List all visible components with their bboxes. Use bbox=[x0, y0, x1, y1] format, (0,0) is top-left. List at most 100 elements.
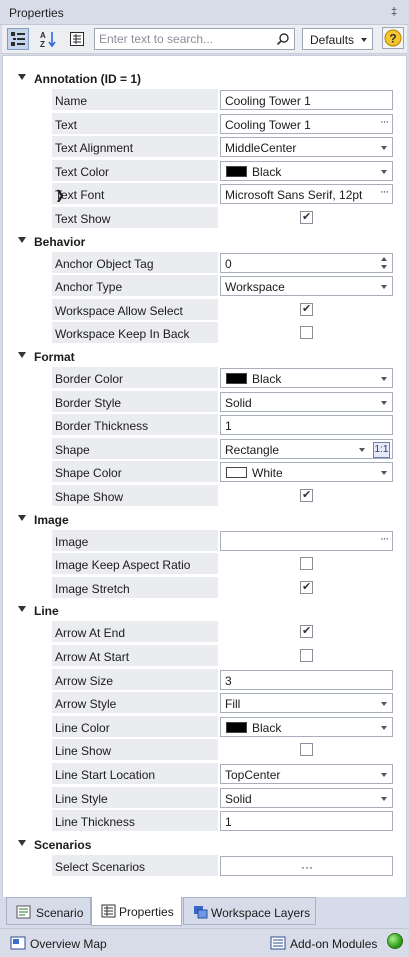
property-value-field[interactable]: 1 bbox=[220, 811, 393, 831]
property-value-cell[interactable]: White bbox=[220, 461, 393, 483]
property-name-cell[interactable]: Text Show bbox=[52, 207, 218, 229]
property-name-cell[interactable]: Image Keep Aspect Ratio bbox=[52, 553, 218, 575]
property-name-cell[interactable]: Text Alignment bbox=[52, 136, 218, 158]
tab-properties[interactable]: Properties bbox=[91, 897, 182, 926]
property-name-cell[interactable]: Line Color bbox=[52, 716, 218, 738]
chevron-down-icon[interactable] bbox=[381, 471, 387, 475]
property-value-cell[interactable]: MiddleCenter bbox=[220, 136, 393, 158]
property-name-cell[interactable]: Workspace Allow Select bbox=[52, 299, 218, 321]
property-name-cell[interactable]: Image bbox=[52, 530, 218, 552]
search-box[interactable] bbox=[94, 28, 295, 50]
property-checkbox[interactable]: ✔ bbox=[300, 211, 313, 224]
property-name-cell[interactable]: Arrow At End bbox=[52, 621, 218, 643]
search-icon[interactable] bbox=[276, 32, 290, 46]
property-value-field[interactable]: Cooling Tower 1 ··· bbox=[220, 114, 393, 134]
property-value-field[interactable]: Solid bbox=[220, 392, 393, 412]
property-name-cell[interactable]: Shape Show bbox=[52, 485, 218, 507]
property-value-field[interactable]: Fill bbox=[220, 693, 393, 713]
property-value-cell[interactable]: TopCenter bbox=[220, 763, 393, 785]
property-name-cell[interactable]: Shape bbox=[52, 438, 218, 460]
property-value-field[interactable]: 1 bbox=[220, 415, 393, 435]
property-name-cell[interactable]: Border Thickness bbox=[52, 414, 218, 436]
chevron-down-icon[interactable] bbox=[381, 726, 387, 730]
property-value-cell[interactable]: 3 bbox=[220, 669, 393, 691]
property-name-cell[interactable]: Line Show bbox=[52, 739, 218, 761]
property-pages-button[interactable] bbox=[66, 28, 88, 50]
property-name-cell[interactable]: Line Style bbox=[52, 787, 218, 809]
category-header[interactable]: Image bbox=[3, 510, 406, 529]
ellipsis-icon[interactable]: ··· bbox=[380, 533, 389, 545]
property-value-cell[interactable] bbox=[220, 645, 393, 667]
property-value-cell[interactable]: ✔ bbox=[220, 577, 393, 599]
property-value-cell[interactable] bbox=[220, 553, 393, 575]
ellipsis-icon[interactable]: ··· bbox=[301, 860, 313, 874]
property-name-cell[interactable]: Anchor Object Tag bbox=[52, 252, 218, 274]
property-value-field[interactable]: Black bbox=[220, 717, 393, 737]
property-value-field[interactable]: Black bbox=[220, 161, 393, 181]
property-value-field[interactable]: Workspace bbox=[220, 276, 393, 296]
property-name-cell[interactable]: Anchor Type bbox=[52, 275, 218, 297]
property-value-field[interactable]: 0 bbox=[220, 253, 393, 273]
property-value-cell[interactable]: Black bbox=[220, 160, 393, 182]
property-name-cell[interactable]: ❯ Text Font bbox=[52, 183, 218, 205]
property-name-cell[interactable]: Workspace Keep In Back bbox=[52, 322, 218, 344]
property-value-cell[interactable]: ✔ bbox=[220, 621, 393, 643]
property-value-field[interactable]: MiddleCenter bbox=[220, 137, 393, 157]
addon-modules-button[interactable]: Add-on Modules bbox=[270, 935, 380, 952]
category-header[interactable]: Line bbox=[3, 601, 406, 620]
property-value-cell[interactable]: Solid bbox=[220, 391, 393, 413]
property-value-field[interactable]: TopCenter bbox=[220, 764, 393, 784]
chevron-down-icon[interactable] bbox=[381, 797, 387, 801]
ellipsis-icon[interactable]: ··· bbox=[380, 186, 389, 198]
property-checkbox[interactable] bbox=[300, 743, 313, 756]
property-value-cell[interactable]: Black bbox=[220, 716, 393, 738]
property-value-field[interactable]: Solid bbox=[220, 788, 393, 808]
property-name-cell[interactable]: Arrow Style bbox=[52, 692, 218, 714]
property-value-cell[interactable]: Fill bbox=[220, 692, 393, 714]
category-header[interactable]: Format bbox=[3, 347, 406, 366]
pin-icon[interactable]: ‡ bbox=[388, 5, 400, 19]
property-value-cell[interactable]: ··· bbox=[220, 530, 393, 552]
chevron-down-icon[interactable] bbox=[381, 377, 387, 381]
property-value-cell[interactable]: 1 bbox=[220, 414, 393, 436]
property-value-cell[interactable]: Solid bbox=[220, 787, 393, 809]
property-checkbox[interactable]: ✔ bbox=[300, 625, 313, 638]
property-value-cell[interactable]: ··· bbox=[220, 855, 393, 877]
chevron-down-icon[interactable] bbox=[18, 514, 26, 521]
property-value-field[interactable]: Rectangle 1:1 bbox=[220, 439, 393, 459]
property-value-cell[interactable] bbox=[220, 739, 393, 761]
chevron-down-icon[interactable] bbox=[18, 236, 26, 243]
property-name-cell[interactable]: Text bbox=[52, 113, 218, 135]
property-value-cell[interactable]: ✔ bbox=[220, 207, 393, 229]
property-checkbox[interactable] bbox=[300, 649, 313, 662]
defaults-dropdown[interactable]: Defaults bbox=[302, 28, 373, 50]
tab-workspace-layers[interactable]: Workspace Layers bbox=[183, 897, 316, 925]
property-name-cell[interactable]: Line Start Location bbox=[52, 763, 218, 785]
tab-scenario[interactable]: Scenario bbox=[6, 897, 91, 925]
property-value-field[interactable]: 3 bbox=[220, 670, 393, 690]
property-checkbox[interactable] bbox=[300, 326, 313, 339]
sort-alphabetical-button[interactable]: AZ bbox=[37, 28, 59, 50]
property-checkbox[interactable]: ✔ bbox=[300, 303, 313, 316]
chevron-down-icon[interactable] bbox=[381, 702, 387, 706]
ellipsis-icon[interactable]: ··· bbox=[380, 116, 389, 128]
chevron-down-icon[interactable] bbox=[18, 74, 26, 80]
chevron-down-icon[interactable] bbox=[381, 170, 387, 174]
property-value-field[interactable]: ··· bbox=[220, 531, 393, 551]
property-value-cell[interactable]: ✔ bbox=[220, 299, 393, 321]
property-value-cell[interactable]: Microsoft Sans Serif, 12pt ··· bbox=[220, 183, 393, 205]
property-name-cell[interactable]: Select Scenarios bbox=[52, 855, 218, 877]
property-value-field[interactable]: Microsoft Sans Serif, 12pt ··· bbox=[220, 184, 393, 204]
property-name-cell[interactable]: Line Thickness bbox=[52, 810, 218, 832]
spinner-icon[interactable] bbox=[381, 255, 389, 271]
property-checkbox[interactable]: ✔ bbox=[300, 489, 313, 502]
property-value-cell[interactable] bbox=[220, 322, 393, 344]
property-value-cell[interactable]: 1 bbox=[220, 810, 393, 832]
property-value-field[interactable]: Black bbox=[220, 368, 393, 388]
property-name-cell[interactable]: Shape Color bbox=[52, 461, 218, 483]
property-value-cell[interactable]: Cooling Tower 1 ··· bbox=[220, 113, 393, 135]
search-input[interactable] bbox=[99, 31, 269, 47]
category-header[interactable]: Annotation (ID = 1) bbox=[3, 69, 406, 88]
property-value-field[interactable]: ··· bbox=[220, 856, 393, 876]
property-name-cell[interactable]: Image Stretch bbox=[52, 577, 218, 599]
